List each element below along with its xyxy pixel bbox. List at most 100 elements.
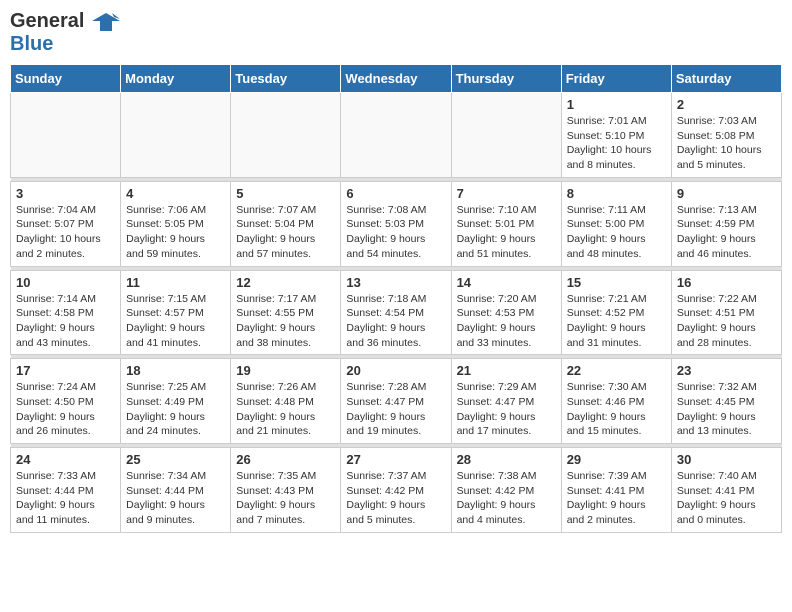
calendar-cell: 28 Sunrise: 7:38 AMSunset: 4:42 PMDayligh…	[451, 448, 561, 533]
day-info: Sunrise: 7:26 AMSunset: 4:48 PMDaylight:…	[236, 380, 335, 439]
calendar-cell: 16 Sunrise: 7:22 AMSunset: 4:51 PMDayligh…	[671, 270, 781, 355]
day-info: Sunrise: 7:25 AMSunset: 4:49 PMDaylight:…	[126, 380, 225, 439]
calendar-cell: 3 Sunrise: 7:04 AMSunset: 5:07 PMDaylight…	[11, 181, 121, 266]
day-info: Sunrise: 7:13 AMSunset: 4:59 PMDaylight:…	[677, 203, 776, 262]
day-header: Thursday	[451, 65, 561, 93]
calendar-cell: 22 Sunrise: 7:30 AMSunset: 4:46 PMDayligh…	[561, 359, 671, 444]
day-number: 2	[677, 97, 776, 112]
day-info: Sunrise: 7:15 AMSunset: 4:57 PMDaylight:…	[126, 292, 225, 351]
day-number: 10	[16, 275, 115, 290]
day-number: 13	[346, 275, 445, 290]
day-info: Sunrise: 7:07 AMSunset: 5:04 PMDaylight:…	[236, 203, 335, 262]
calendar-cell: 11 Sunrise: 7:15 AMSunset: 4:57 PMDayligh…	[121, 270, 231, 355]
day-number: 6	[346, 186, 445, 201]
day-info: Sunrise: 7:17 AMSunset: 4:55 PMDaylight:…	[236, 292, 335, 351]
calendar-cell: 4 Sunrise: 7:06 AMSunset: 5:05 PMDaylight…	[121, 181, 231, 266]
day-info: Sunrise: 7:11 AMSunset: 5:00 PMDaylight:…	[567, 203, 666, 262]
day-info: Sunrise: 7:30 AMSunset: 4:46 PMDaylight:…	[567, 380, 666, 439]
day-number: 16	[677, 275, 776, 290]
day-number: 23	[677, 363, 776, 378]
calendar-cell: 17 Sunrise: 7:24 AMSunset: 4:50 PMDayligh…	[11, 359, 121, 444]
day-info: Sunrise: 7:10 AMSunset: 5:01 PMDaylight:…	[457, 203, 556, 262]
day-info: Sunrise: 7:21 AMSunset: 4:52 PMDaylight:…	[567, 292, 666, 351]
calendar-cell	[11, 93, 121, 178]
calendar-cell: 5 Sunrise: 7:07 AMSunset: 5:04 PMDaylight…	[231, 181, 341, 266]
calendar-cell: 7 Sunrise: 7:10 AMSunset: 5:01 PMDaylight…	[451, 181, 561, 266]
calendar-cell: 29Sunrise: 7:39 AMSunset: 4:41 PMDayligh…	[561, 448, 671, 533]
day-header: Tuesday	[231, 65, 341, 93]
day-number: 28	[457, 452, 556, 467]
calendar-week-row: 24 Sunrise: 7:33 AMSunset: 4:44 PMDayligh…	[11, 448, 782, 533]
calendar-week-row: 3 Sunrise: 7:04 AMSunset: 5:07 PMDaylight…	[11, 181, 782, 266]
calendar-cell: 10Sunrise: 7:14 AMSunset: 4:58 PMDayligh…	[11, 270, 121, 355]
day-info: Sunrise: 7:32 AMSunset: 4:45 PMDaylight:…	[677, 380, 776, 439]
header-row: SundayMondayTuesdayWednesdayThursdayFrid…	[11, 65, 782, 93]
day-number: 5	[236, 186, 335, 201]
day-info: Sunrise: 7:34 AMSunset: 4:44 PMDaylight:…	[126, 469, 225, 528]
logo-blue-text: Blue	[10, 33, 53, 56]
day-number: 1	[567, 97, 666, 112]
calendar-cell: 1Sunrise: 7:01 AMSunset: 5:10 PMDaylight…	[561, 93, 671, 178]
day-info: Sunrise: 7:24 AMSunset: 4:50 PMDaylight:…	[16, 380, 115, 439]
day-info: Sunrise: 7:39 AMSunset: 4:41 PMDaylight:…	[567, 469, 666, 528]
day-number: 4	[126, 186, 225, 201]
day-number: 17	[16, 363, 115, 378]
calendar-cell	[121, 93, 231, 178]
day-number: 18	[126, 363, 225, 378]
calendar-week-row: 1Sunrise: 7:01 AMSunset: 5:10 PMDaylight…	[11, 93, 782, 178]
day-number: 25	[126, 452, 225, 467]
calendar-cell: 23 Sunrise: 7:32 AMSunset: 4:45 PMDayligh…	[671, 359, 781, 444]
day-number: 27	[346, 452, 445, 467]
day-info: Sunrise: 7:28 AMSunset: 4:47 PMDaylight:…	[346, 380, 445, 439]
day-info: Sunrise: 7:20 AMSunset: 4:53 PMDaylight:…	[457, 292, 556, 351]
day-number: 24	[16, 452, 115, 467]
day-info: Sunrise: 7:37 AMSunset: 4:42 PMDaylight:…	[346, 469, 445, 528]
calendar-week-row: 17 Sunrise: 7:24 AMSunset: 4:50 PMDayligh…	[11, 359, 782, 444]
day-header: Saturday	[671, 65, 781, 93]
logo-text: General	[10, 10, 120, 33]
day-number: 30	[677, 452, 776, 467]
day-number: 19	[236, 363, 335, 378]
day-number: 22	[567, 363, 666, 378]
day-info: Sunrise: 7:38 AMSunset: 4:42 PMDaylight:…	[457, 469, 556, 528]
logo: General Blue	[10, 10, 120, 56]
calendar-cell: 2 Sunrise: 7:03 AMSunset: 5:08 PMDaylight…	[671, 93, 781, 178]
calendar-cell: 6 Sunrise: 7:08 AMSunset: 5:03 PMDaylight…	[341, 181, 451, 266]
calendar-cell: 25 Sunrise: 7:34 AMSunset: 4:44 PMDayligh…	[121, 448, 231, 533]
calendar-cell: 14 Sunrise: 7:20 AMSunset: 4:53 PMDayligh…	[451, 270, 561, 355]
day-info: Sunrise: 7:33 AMSunset: 4:44 PMDaylight:…	[16, 469, 115, 528]
calendar-cell: 18 Sunrise: 7:25 AMSunset: 4:49 PMDayligh…	[121, 359, 231, 444]
day-number: 15	[567, 275, 666, 290]
day-number: 3	[16, 186, 115, 201]
day-info: Sunrise: 7:22 AMSunset: 4:51 PMDaylight:…	[677, 292, 776, 351]
header: General Blue	[10, 10, 782, 56]
day-info: Sunrise: 7:08 AMSunset: 5:03 PMDaylight:…	[346, 203, 445, 262]
day-header: Monday	[121, 65, 231, 93]
logo-general: General	[10, 10, 84, 32]
calendar-week-row: 10Sunrise: 7:14 AMSunset: 4:58 PMDayligh…	[11, 270, 782, 355]
day-number: 26	[236, 452, 335, 467]
day-header: Sunday	[11, 65, 121, 93]
day-info: Sunrise: 7:03 AMSunset: 5:08 PMDaylight:…	[677, 114, 776, 173]
calendar-cell: 19 Sunrise: 7:26 AMSunset: 4:48 PMDayligh…	[231, 359, 341, 444]
day-number: 20	[346, 363, 445, 378]
calendar-cell: 20 Sunrise: 7:28 AMSunset: 4:47 PMDayligh…	[341, 359, 451, 444]
day-number: 14	[457, 275, 556, 290]
day-number: 21	[457, 363, 556, 378]
calendar-cell	[341, 93, 451, 178]
logo-bird-icon	[92, 11, 120, 33]
day-info: Sunrise: 7:06 AMSunset: 5:05 PMDaylight:…	[126, 203, 225, 262]
day-info: Sunrise: 7:04 AMSunset: 5:07 PMDaylight:…	[16, 203, 115, 262]
calendar-cell: 15 Sunrise: 7:21 AMSunset: 4:52 PMDayligh…	[561, 270, 671, 355]
day-number: 9	[677, 186, 776, 201]
calendar-cell	[231, 93, 341, 178]
calendar-cell: 9 Sunrise: 7:13 AMSunset: 4:59 PMDaylight…	[671, 181, 781, 266]
day-number: 8	[567, 186, 666, 201]
calendar-cell: 12 Sunrise: 7:17 AMSunset: 4:55 PMDayligh…	[231, 270, 341, 355]
calendar-cell: 27 Sunrise: 7:37 AMSunset: 4:42 PMDayligh…	[341, 448, 451, 533]
day-info: Sunrise: 7:35 AMSunset: 4:43 PMDaylight:…	[236, 469, 335, 528]
day-number: 12	[236, 275, 335, 290]
day-number: 11	[126, 275, 225, 290]
day-header: Friday	[561, 65, 671, 93]
day-number: 7	[457, 186, 556, 201]
